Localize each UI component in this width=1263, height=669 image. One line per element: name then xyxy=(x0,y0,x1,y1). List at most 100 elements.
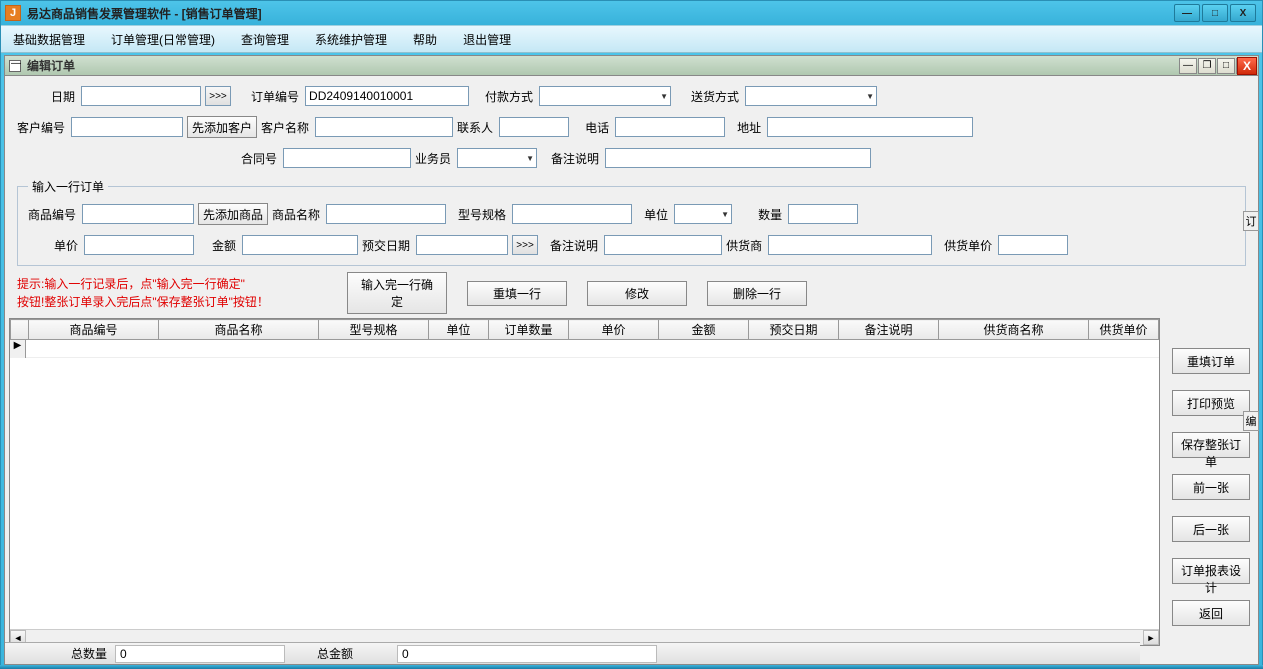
back-button[interactable]: 返回 xyxy=(1172,600,1250,626)
col-unit[interactable]: 单位 xyxy=(429,320,489,340)
refill-line-button[interactable]: 重填一行 xyxy=(467,281,567,306)
ship-method-select[interactable] xyxy=(745,86,877,106)
price-label: 单价 xyxy=(54,237,78,254)
menu-query-mgmt[interactable]: 查询管理 xyxy=(237,27,293,52)
col-amount[interactable]: 金额 xyxy=(659,320,749,340)
date-label: 日期 xyxy=(51,88,75,105)
product-no-label: 商品编号 xyxy=(28,206,76,223)
app-title: 易达商品销售发票管理软件 - [销售订单管理] xyxy=(27,5,1174,22)
product-name-label: 商品名称 xyxy=(272,206,320,223)
date-picker-button[interactable]: >>> xyxy=(205,86,231,106)
customer-name-label: 客户名称 xyxy=(261,119,309,136)
supplier-input[interactable] xyxy=(768,235,932,255)
contact-label: 联系人 xyxy=(457,119,493,136)
col-product-name[interactable]: 商品名称 xyxy=(159,320,319,340)
os-taskbar xyxy=(0,665,1263,669)
hint-line1: 提示:输入一行记录后，点"输入完一行确定" xyxy=(17,275,327,293)
outer-minimize-button[interactable]: — xyxy=(1174,4,1200,22)
amount-label: 金额 xyxy=(212,237,236,254)
col-model[interactable]: 型号规格 xyxy=(319,320,429,340)
salesman-select[interactable] xyxy=(457,148,537,168)
line-remark-input[interactable] xyxy=(604,235,722,255)
supply-price-input[interactable] xyxy=(998,235,1068,255)
menu-system-maint[interactable]: 系统维护管理 xyxy=(311,27,391,52)
app-icon: J xyxy=(5,5,21,21)
delete-line-button[interactable]: 删除一行 xyxy=(707,281,807,306)
inner-title-bar: 编辑订单 — ❐ □ X xyxy=(5,56,1258,76)
save-order-button[interactable]: 保存整张订单 xyxy=(1172,432,1250,458)
outer-title-bar: J 易达商品销售发票管理软件 - [销售订单管理] — □ X xyxy=(1,1,1262,25)
add-product-button[interactable]: 先添加商品 xyxy=(198,203,268,225)
outer-maximize-button[interactable]: □ xyxy=(1202,4,1228,22)
side-tab-order[interactable]: 订 xyxy=(1243,211,1259,231)
customer-name-input[interactable] xyxy=(315,117,453,137)
confirm-line-button[interactable]: 输入完一行确定 xyxy=(347,272,447,314)
unit-label: 单位 xyxy=(644,206,668,223)
col-product-no[interactable]: 商品编号 xyxy=(29,320,159,340)
inner-minimize-button[interactable]: — xyxy=(1179,58,1197,74)
total-qty-label: 总数量 xyxy=(71,645,107,662)
remark-label: 备注说明 xyxy=(551,150,599,167)
col-supply-price[interactable]: 供货单价 xyxy=(1089,320,1159,340)
modify-line-button[interactable]: 修改 xyxy=(587,281,687,306)
col-remark[interactable]: 备注说明 xyxy=(839,320,939,340)
col-supplier-name[interactable]: 供货商名称 xyxy=(939,320,1089,340)
model-input[interactable] xyxy=(512,204,632,224)
customer-no-label: 客户编号 xyxy=(17,119,65,136)
inner-window-icon xyxy=(9,60,21,72)
supply-price-label: 供货单价 xyxy=(944,237,992,254)
address-input[interactable] xyxy=(767,117,973,137)
scroll-right-button[interactable]: ► xyxy=(1143,630,1159,645)
table-row[interactable] xyxy=(26,340,1159,358)
order-no-label: 订单编号 xyxy=(251,88,299,105)
date-input[interactable] xyxy=(81,86,201,106)
phone-input[interactable] xyxy=(615,117,725,137)
col-order-qty[interactable]: 订单数量 xyxy=(489,320,569,340)
phone-label: 电话 xyxy=(585,119,609,136)
customer-no-input[interactable] xyxy=(71,117,183,137)
order-lines-grid[interactable]: 商品编号 商品名称 型号规格 单位 订单数量 单价 金额 预交日期 备注说明 供… xyxy=(9,318,1160,646)
line-entry-group: 输入一行订单 商品编号 先添加商品 商品名称 型号规格 单位 数量 单价 xyxy=(17,178,1246,266)
amount-input[interactable] xyxy=(242,235,358,255)
contact-input[interactable] xyxy=(499,117,569,137)
grid-header-row: 商品编号 商品名称 型号规格 单位 订单数量 单价 金额 预交日期 备注说明 供… xyxy=(11,320,1159,340)
product-no-input[interactable] xyxy=(82,204,194,224)
remark-input[interactable] xyxy=(605,148,871,168)
menu-exit[interactable]: 退出管理 xyxy=(459,27,515,52)
unit-select[interactable] xyxy=(674,204,732,224)
menu-help[interactable]: 帮助 xyxy=(409,27,441,52)
col-due-date[interactable]: 预交日期 xyxy=(749,320,839,340)
qty-input[interactable] xyxy=(788,204,858,224)
pay-method-select[interactable] xyxy=(539,86,671,106)
inner-restore-button[interactable]: ❐ xyxy=(1198,58,1216,74)
outer-close-button[interactable]: X xyxy=(1230,4,1256,22)
menu-basic-data[interactable]: 基础数据管理 xyxy=(9,27,89,52)
print-preview-button[interactable]: 打印预览 xyxy=(1172,390,1250,416)
status-footer: 总数量 0 总金额 0 xyxy=(5,642,1140,664)
refill-order-button[interactable]: 重填订单 xyxy=(1172,348,1250,374)
total-amount-label: 总金额 xyxy=(317,645,353,662)
col-price[interactable]: 单价 xyxy=(569,320,659,340)
due-date-input[interactable] xyxy=(416,235,508,255)
due-date-picker-button[interactable]: >>> xyxy=(512,235,538,255)
price-input[interactable] xyxy=(84,235,194,255)
total-amount-value: 0 xyxy=(397,645,657,663)
menu-bar: 基础数据管理 订单管理(日常管理) 查询管理 系统维护管理 帮助 退出管理 xyxy=(1,25,1262,53)
next-order-button[interactable]: 后一张 xyxy=(1172,516,1250,542)
inner-maximize-button[interactable]: □ xyxy=(1217,58,1235,74)
side-tab-edit[interactable]: 编 xyxy=(1243,411,1259,431)
hint-line2: 按钮!整张订单录入完后点"保存整张订单"按钮！ xyxy=(17,293,327,311)
contract-input[interactable] xyxy=(283,148,411,168)
add-customer-button[interactable]: 先添加客户 xyxy=(187,116,257,138)
mdi-close-button[interactable]: X xyxy=(1237,57,1257,75)
row-pointer-icon: ▶ xyxy=(10,340,26,358)
address-label: 地址 xyxy=(737,119,761,136)
pay-method-label: 付款方式 xyxy=(485,88,533,105)
report-design-button[interactable]: 订单报表设计 xyxy=(1172,558,1250,584)
order-no-input[interactable] xyxy=(305,86,469,106)
prev-order-button[interactable]: 前一张 xyxy=(1172,474,1250,500)
qty-label: 数量 xyxy=(758,206,782,223)
product-name-input[interactable] xyxy=(326,204,446,224)
line-entry-legend: 输入一行订单 xyxy=(28,178,108,195)
menu-order-mgmt[interactable]: 订单管理(日常管理) xyxy=(107,27,219,52)
